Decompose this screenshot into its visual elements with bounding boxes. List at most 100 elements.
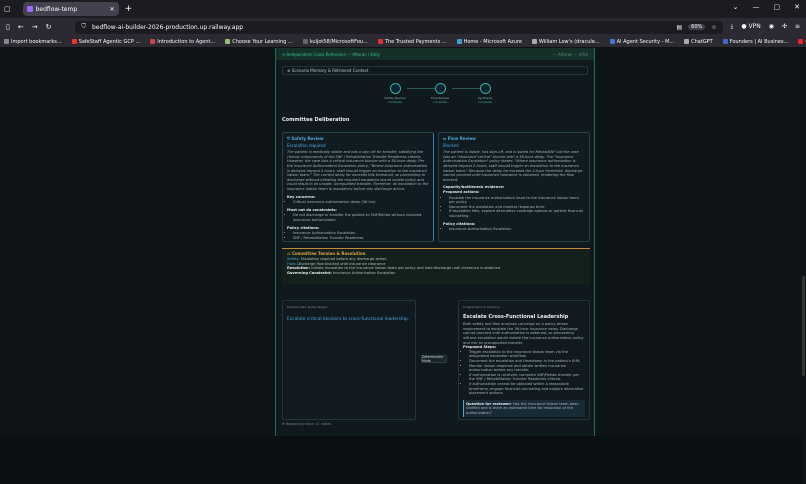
safety-concerns: Critical insurance authorization delay (… [293, 200, 429, 205]
flow-policies: Insurance Authorization Escalation [449, 227, 585, 232]
flow-actions: Escalate the insurance authorization iss… [449, 196, 585, 219]
shield-icon: ⛉ [81, 23, 86, 30]
bookmark-label: SafeStaff Agentic GCP ... [78, 38, 141, 45]
step-safety: Safety Review complete [380, 83, 410, 104]
bookmark-item[interactable]: William Low's (dracule... [531, 38, 600, 45]
safety-constraints: Do not discharge or transfer the patient… [293, 213, 429, 222]
bookmark-favicon-icon [150, 39, 156, 44]
bookmark-favicon-icon [225, 39, 231, 44]
review-steps: Safety Review complete Flow Review complet… [282, 77, 588, 111]
bookmark-label: William Low's (dracule... [538, 38, 600, 45]
bookmark-favicon-icon [609, 39, 615, 44]
bookmark-item[interactable]: The Trusted Payments ... [377, 38, 447, 45]
bookmark-item[interactable]: AI Agent Security - M... [609, 38, 675, 45]
memory-toggle[interactable]: ⊕ Scenario Memory & Retrieved Context [282, 66, 588, 75]
bookmark-favicon-icon [71, 39, 77, 44]
account-icon[interactable]: ◉ [769, 23, 774, 31]
bookmark-item[interactable]: Import bookmarks... [4, 39, 62, 45]
tab-bar: ▢ bedflow-temp ✕ + ⌄ — ▢ ✕ [0, 0, 806, 18]
scrollbar[interactable] [802, 96, 806, 484]
bookmark-favicon-icon [4, 39, 9, 44]
ai-text: Both safety and flow analyses converge o… [463, 322, 584, 345]
new-tab-icon[interactable]: + [125, 4, 133, 14]
reviewer-question: Question for reviewer: Has the insurance… [463, 399, 585, 418]
ai-label: Independent AI Advisory [463, 305, 500, 309]
tab-favicon [26, 6, 33, 12]
bookmark-item[interactable]: Choose Your Learning ... [225, 38, 293, 45]
deterministic-output: Deterministic Rules Output Escalate crit… [282, 300, 416, 420]
safety-review-card: ⛉ Safety Review Escalation required The … [282, 132, 434, 242]
maximize-icon[interactable]: ▢ [774, 3, 781, 11]
bookmark-star-icon[interactable]: ☆ [711, 24, 716, 31]
bookmark-item[interactable]: ChatGPT [684, 39, 713, 45]
bookmark-label: Import bookmarks... [11, 38, 62, 45]
minimize-icon[interactable]: — [753, 3, 760, 11]
safety-policies: Insurance Authorization EscalationSNF / … [293, 231, 429, 240]
extensions-icon[interactable]: ✣ [782, 23, 787, 31]
deterministic-label: Deterministic Rules Output [287, 305, 328, 309]
panel-header: ⟲ Independent Cross-Reference — Alterac … [276, 48, 594, 60]
deliberation-heading: Committee Deliberation [282, 117, 350, 123]
flow-text: The patient is stable, has sign-off, and… [443, 150, 583, 182]
bookmark-label: Home - Microsoft Azure [463, 38, 522, 45]
ai-advisory: Independent AI Advisory Escalate Cross-F… [458, 300, 590, 420]
bookmark-item[interactable]: Introduction to Agent... [150, 39, 215, 45]
vpn-button[interactable]: ● VPN [741, 23, 760, 31]
bookmark-item[interactable]: SafeStaff Agentic GCP ... [71, 38, 141, 45]
deterministic-text: Escalate critical blockers to cross-func… [287, 316, 410, 322]
bookmark-label: Choose Your Learning ... [232, 38, 293, 45]
vpn-label: VPN [748, 23, 761, 30]
bookmark-favicon-icon [302, 39, 308, 44]
close-window-icon[interactable]: ✕ [794, 3, 800, 11]
zoom-level[interactable]: 60% [688, 24, 706, 30]
nav-bar: ▯ ← → ↻ ⛉ bedflow-ai-builder-2026-produc… [0, 18, 806, 36]
bookmark-favicon-icon [798, 39, 804, 44]
sidebar-toggle-icon[interactable]: ▯ [6, 23, 10, 31]
forward-icon[interactable]: → [32, 23, 38, 31]
memory-label: Scenario Memory & Retrieved Context [291, 68, 369, 73]
bookmark-label: AI Agent Security - M... [616, 38, 675, 45]
ai-steps: Trigger escalation to the insurance liai… [469, 350, 585, 396]
tab-title: bedflow-temp [35, 5, 78, 13]
step-flow: Flow Review complete [425, 83, 455, 104]
bookmark-label: ChatGPT [691, 38, 713, 45]
reasoning-trace[interactable]: ⊕ Reasoning trace: 11 nodes [282, 422, 331, 426]
step-synthesis: Synthesis complete [470, 83, 500, 104]
back-icon[interactable]: ← [18, 23, 24, 31]
reload-icon[interactable]: ↻ [46, 23, 52, 31]
bookmark-favicon-icon [722, 39, 728, 44]
bookmark-label: kuljot58/MicrosoftFou... [309, 38, 368, 45]
bookmark-favicon-icon [684, 39, 690, 44]
download-icon[interactable]: ⤓ [731, 23, 734, 31]
reader-icon[interactable]: ▤ [676, 24, 682, 31]
safety-title: ⛉ Safety Review [287, 136, 324, 141]
bookmark-favicon-icon [456, 39, 462, 44]
url-bar[interactable]: ⛉ bedflow-ai-builder-2026-production.up.… [75, 20, 723, 34]
safety-text: The patient is medically stable and has … [287, 150, 429, 191]
flow-review-card: ⇆ Flow Review Blocked The patient is sta… [438, 132, 590, 242]
bookmark-label: Introduction to Agent... [157, 38, 216, 45]
bookmark-item[interactable]: Founders | AI Busines... [722, 38, 789, 45]
flow-title: ⇆ Flow Review [443, 136, 476, 141]
bookmark-item[interactable]: GridRescure AI - YouT... [798, 39, 806, 45]
case-panel: ⟲ Independent Cross-Reference — Alterac … [275, 48, 595, 436]
browser-tab[interactable]: bedflow-temp ✕ [22, 2, 119, 16]
page-content: ⟲ Independent Cross-Reference — Alterac … [0, 48, 806, 484]
list-tabs-icon[interactable]: ⌄ [733, 3, 739, 11]
menu-icon[interactable]: ≡ [795, 23, 800, 31]
url-text: bedflow-ai-builder-2026-production.up.ra… [92, 23, 244, 31]
bookmark-label: Founders | AI Busines... [729, 38, 789, 45]
bookmark-favicon-icon [531, 39, 537, 44]
bookmark-label: The Trusted Payments ... [384, 38, 447, 45]
bookmark-favicon-icon [377, 39, 383, 44]
bookmarks-bar: Import bookmarks... SafeStaff Agentic GCP… [0, 36, 806, 48]
mode-button[interactable]: Deterministic Mode [421, 355, 447, 363]
safety-status: Escalation required [287, 142, 326, 148]
panel-header-title: ⟲ Independent Cross-Reference — Alterac … [282, 51, 380, 57]
bookmark-item[interactable]: kuljot58/MicrosoftFou... [302, 38, 368, 45]
resolution-box: ⚖ Committee Tension & Resolution Safety:… [282, 248, 590, 284]
sidebar-icon[interactable]: ▢ [4, 5, 11, 13]
panel-header-right: — Alterac — Infra [552, 51, 588, 57]
close-tab-icon[interactable]: ✕ [110, 6, 115, 13]
bookmark-item[interactable]: Home - Microsoft Azure [456, 38, 522, 45]
